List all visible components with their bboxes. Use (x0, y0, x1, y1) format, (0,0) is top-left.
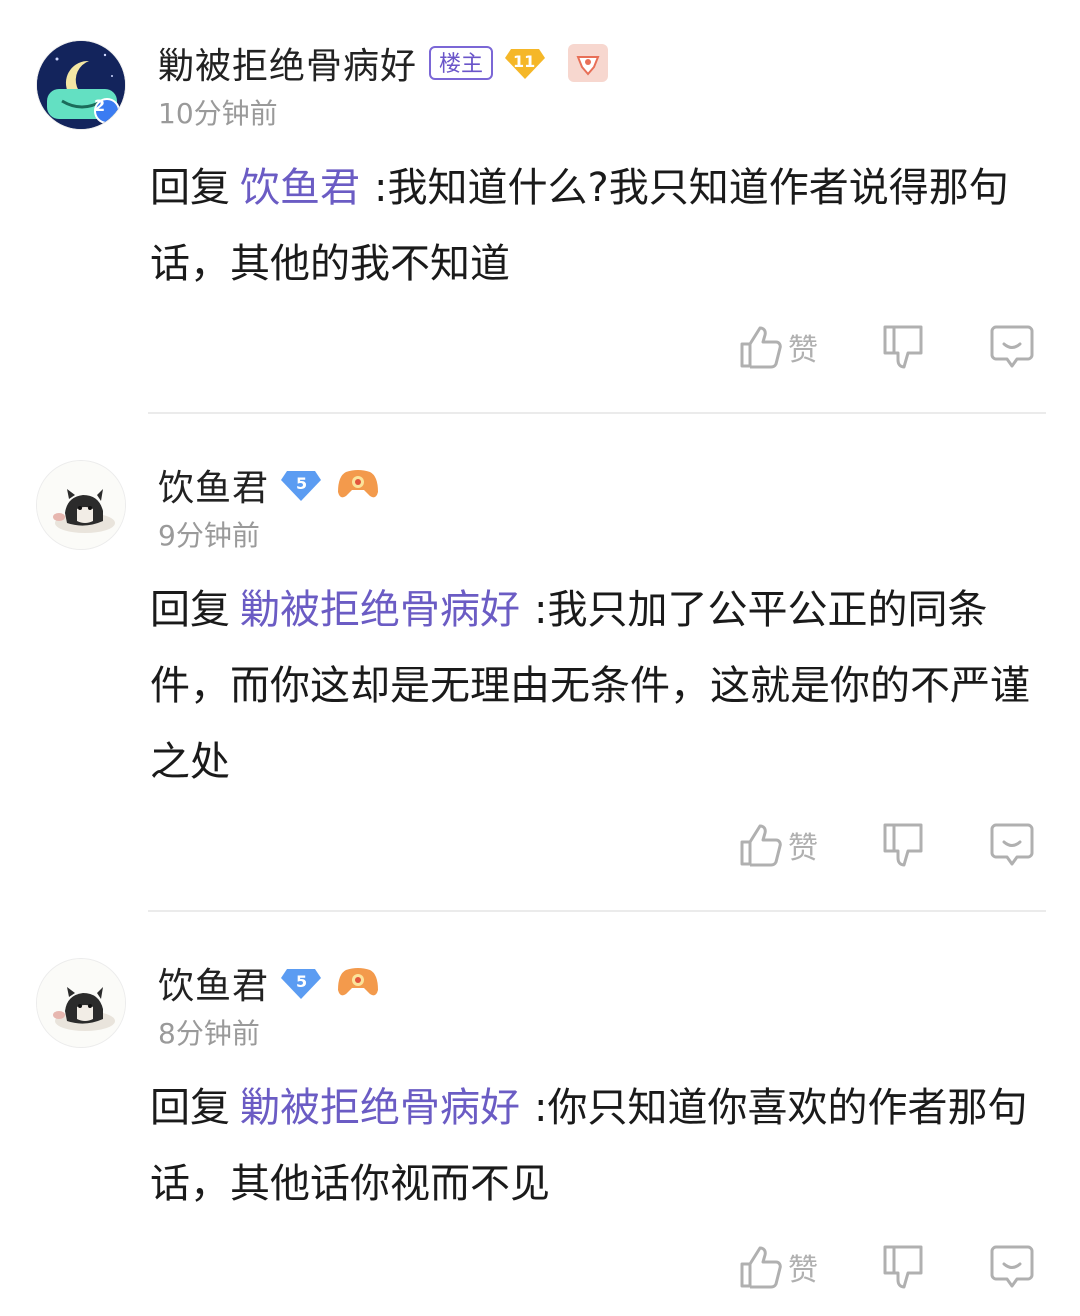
like-label: 赞 (788, 333, 818, 368)
comment-time: 9分钟前 (158, 519, 260, 552)
comment-body: 回复 饮鱼君:我知道什么?我只知道作者说得那句话，其他的我不知道 (150, 150, 1050, 302)
level-badge: 5 (281, 965, 332, 1001)
dislike-button[interactable] (882, 820, 924, 870)
host-badge: 楼主 (429, 46, 494, 80)
avatar[interactable] (36, 40, 126, 130)
dog-avatar-icon (37, 461, 125, 549)
comment-body: 回复 勦被拒绝骨病好:你只知道你喜欢的作者那句话，其他话你视而不见 (150, 1070, 1050, 1222)
reply-target-link[interactable]: 勦被拒绝骨病好 (240, 1085, 520, 1131)
thumbs-up-icon (740, 1246, 782, 1289)
comment-actions: 赞 (738, 1242, 1038, 1292)
reply-button[interactable] (990, 1242, 1034, 1292)
thumbs-up-icon (740, 326, 782, 369)
name-row: 饮鱼君 5 (158, 460, 380, 510)
avatar-level-badge: 2 (94, 96, 106, 115)
gamepad-badge-icon (336, 468, 380, 502)
username[interactable]: 饮鱼君 (158, 957, 269, 1009)
name-row: 勦被拒绝骨病好 楼主 11 (158, 38, 609, 88)
dislike-button[interactable] (882, 322, 924, 372)
like-button[interactable]: 赞 (738, 820, 818, 870)
like-button[interactable]: 赞 (738, 1242, 818, 1292)
name-row: 饮鱼君 5 (158, 958, 380, 1008)
comment-bubble-icon (990, 1245, 1034, 1288)
like-label: 赞 (788, 1253, 818, 1288)
level-badge: 5 (281, 467, 332, 503)
reply-button[interactable] (990, 322, 1034, 372)
comment-time: 10分钟前 (158, 97, 278, 130)
reply-prefix: 回复 (150, 587, 230, 633)
username[interactable]: 勦被拒绝骨病好 (158, 37, 417, 89)
divider (148, 910, 1046, 912)
avatar[interactable] (36, 958, 126, 1048)
thumbs-down-icon (883, 325, 923, 369)
thumbs-up-icon (740, 824, 782, 867)
level-badge: 11 (505, 45, 567, 81)
dislike-button[interactable] (882, 1242, 924, 1292)
thumbs-down-icon (883, 823, 923, 867)
gamepad-badge-icon (336, 966, 380, 1000)
comment-time: 8分钟前 (158, 1017, 260, 1050)
like-label: 赞 (788, 831, 818, 866)
dog-avatar-icon (37, 959, 125, 1047)
comment-body: 回复 勦被拒绝骨病好:我只加了公平公正的同条件，而你这却是无理由无条件，这就是你的… (150, 572, 1050, 800)
divider (148, 412, 1046, 414)
like-button[interactable]: 赞 (738, 322, 818, 372)
reply-target-link[interactable]: 勦被拒绝骨病好 (240, 587, 520, 633)
reply-prefix: 回复 (150, 165, 230, 211)
comment-actions: 赞 (738, 322, 1038, 372)
fan-badge-icon (567, 43, 609, 83)
username[interactable]: 饮鱼君 (158, 459, 269, 511)
comment-actions: 赞 (738, 820, 1038, 870)
comment-bubble-icon (990, 325, 1034, 368)
comment-bubble-icon (990, 823, 1034, 866)
reply-prefix: 回复 (150, 1085, 230, 1131)
thumbs-down-icon (883, 1245, 923, 1289)
reply-button[interactable] (990, 820, 1034, 870)
avatar[interactable] (36, 460, 126, 550)
reply-target-link[interactable]: 饮鱼君 (240, 165, 360, 211)
moon-avatar-icon (37, 41, 125, 129)
